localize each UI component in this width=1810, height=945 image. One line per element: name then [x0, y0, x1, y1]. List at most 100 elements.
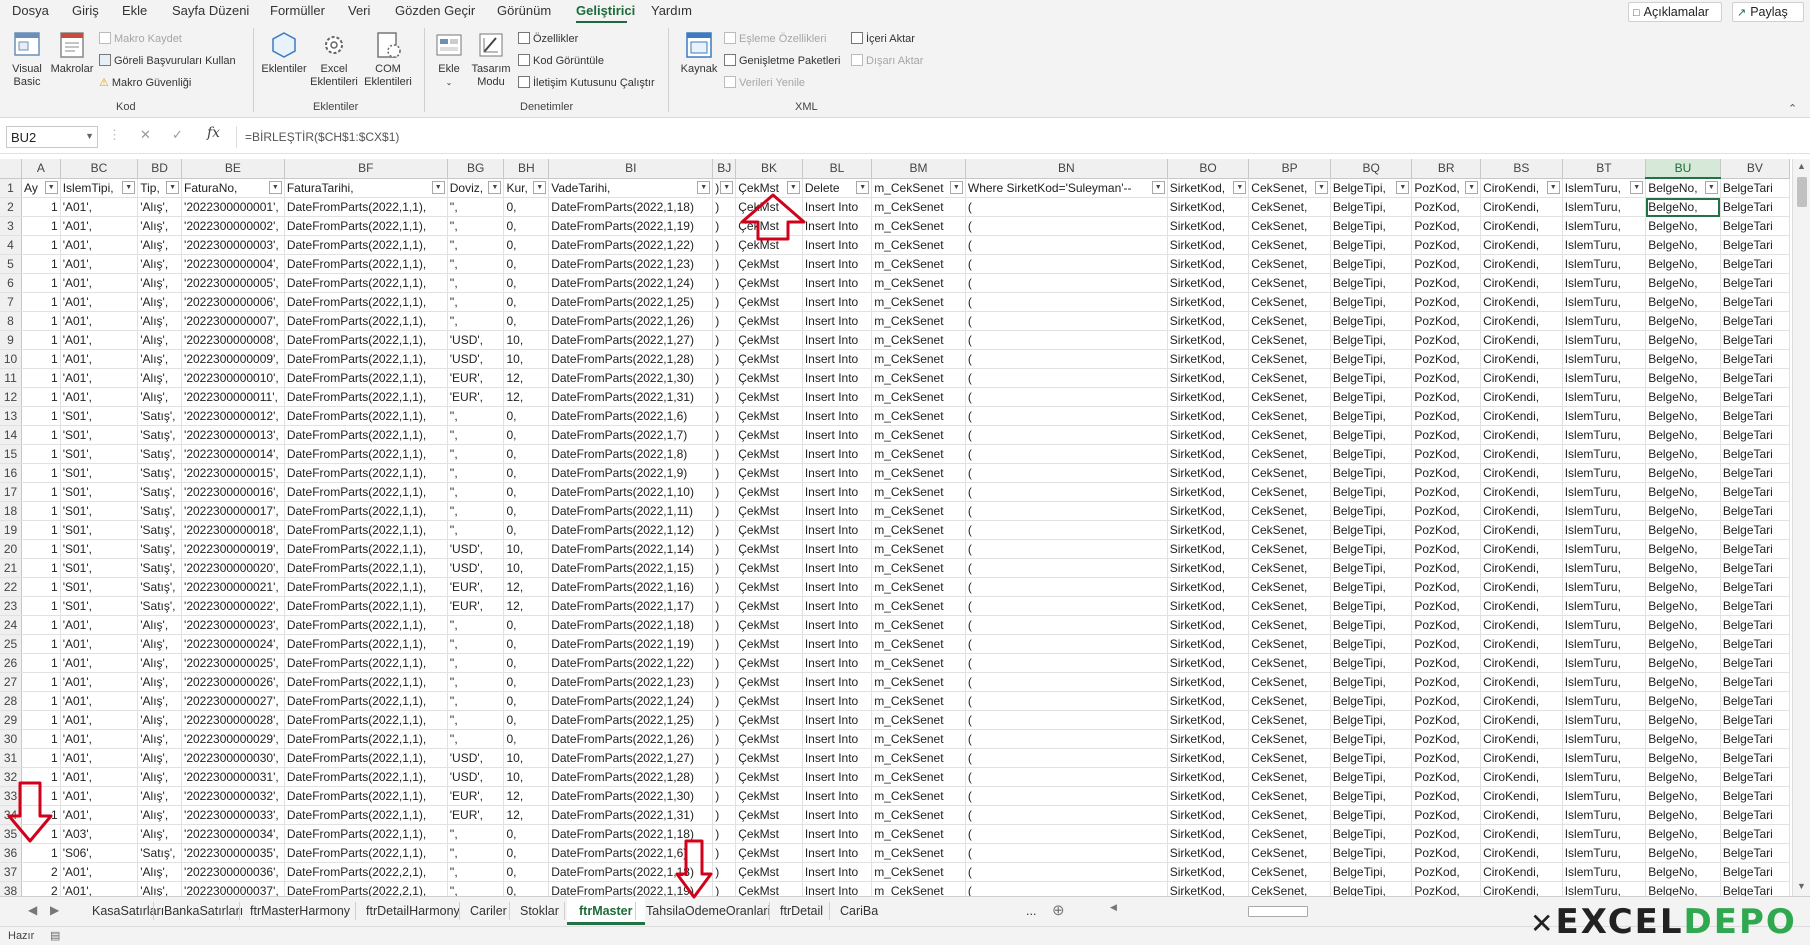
cell-bj[interactable]: )	[712, 748, 737, 768]
cell-vade[interactable]: DateFromParts(2022,1,11)	[548, 501, 714, 521]
column-header-bq[interactable]: BQ	[1330, 159, 1413, 179]
cell-dov[interactable]: 'USD',	[447, 330, 505, 350]
cell-bu[interactable]: BelgeNo,	[1645, 748, 1721, 768]
cell-dov[interactable]: '',	[447, 482, 505, 502]
cell-fno[interactable]: '2022300000004',	[181, 254, 285, 274]
row-header[interactable]: 16	[0, 463, 23, 483]
cell-ftar[interactable]: DateFromParts(2022,1,1),	[284, 596, 448, 616]
cell-ftar[interactable]: DateFromParts(2022,1,1),	[284, 273, 448, 293]
cell-it[interactable]: 'A01',	[60, 368, 139, 388]
cell-bu[interactable]: BelgeNo,	[1645, 254, 1721, 274]
cell-br[interactable]: PozKod,	[1411, 520, 1482, 540]
cell-ftar[interactable]: DateFromParts(2022,1,1),	[284, 425, 448, 445]
formula-input[interactable]: =BİRLEŞTİR($CH$1:$CX$1)	[236, 126, 1796, 148]
cell-bn[interactable]: (	[965, 368, 1168, 388]
cell-bs[interactable]: CiroKendi,	[1480, 311, 1563, 331]
cell-fno[interactable]: '2022300000026',	[181, 672, 285, 692]
cell-bn[interactable]: (	[965, 596, 1168, 616]
cell-ftar[interactable]: DateFromParts(2022,1,1),	[284, 824, 448, 844]
cell-it[interactable]: 'A01',	[60, 881, 139, 896]
row-header[interactable]: 17	[0, 482, 23, 502]
cell-bu[interactable]: BelgeNo,	[1645, 463, 1721, 483]
cell-bq[interactable]: BelgeTipi,	[1330, 615, 1413, 635]
row-header[interactable]: 11	[0, 368, 23, 388]
cell-vade[interactable]: DateFromParts(2022,1,28)	[548, 349, 714, 369]
cell-bl[interactable]: Insert Into	[802, 881, 873, 896]
cell-bt[interactable]: IslemTuru,	[1562, 558, 1647, 578]
cell-bj[interactable]: )	[712, 349, 737, 369]
cell-bj[interactable]: )	[712, 330, 737, 350]
cell-bq[interactable]: BelgeTipi,	[1330, 691, 1413, 711]
cell-fno[interactable]: '2022300000005',	[181, 273, 285, 293]
cell-bv[interactable]: BelgeTari	[1720, 767, 1790, 787]
cell-ftar[interactable]: DateFromParts(2022,1,1),	[284, 729, 448, 749]
share-button[interactable]: ↗ Paylaş	[1732, 2, 1804, 22]
cell-bt[interactable]: IslemTuru,	[1562, 216, 1647, 236]
cell-it[interactable]: 'A01',	[60, 235, 139, 255]
cell-bq[interactable]: BelgeTipi,	[1330, 311, 1413, 331]
cell-bp[interactable]: CekSenet,	[1248, 254, 1331, 274]
row-header[interactable]: 25	[0, 634, 23, 654]
cell-bl[interactable]: Insert Into	[802, 862, 873, 882]
cell-bo[interactable]: SirketKod,	[1167, 406, 1250, 426]
cell-it[interactable]: 'S01',	[60, 558, 139, 578]
goreli-basvurular-button[interactable]: Göreli Başvuruları Kullan	[99, 54, 236, 67]
cell-bv[interactable]: BelgeTari	[1720, 330, 1790, 350]
cell-dov[interactable]: '',	[447, 216, 505, 236]
row-header[interactable]: 26	[0, 653, 23, 673]
cell-bo[interactable]: SirketKod,	[1167, 501, 1250, 521]
cell-ftar[interactable]: DateFromParts(2022,1,1),	[284, 691, 448, 711]
cell-dov[interactable]: '',	[447, 881, 505, 896]
cell-bl[interactable]: Insert Into	[802, 216, 873, 236]
cell-bt[interactable]: IslemTuru,	[1562, 197, 1647, 217]
cell-ay[interactable]: 1	[21, 482, 61, 502]
com-eklentileri-button[interactable]: COM Eklentileri	[360, 30, 416, 89]
cell-bn[interactable]: (	[965, 824, 1168, 844]
cell-bo[interactable]: SirketKod,	[1167, 235, 1250, 255]
cell-bv[interactable]: BelgeTari	[1720, 273, 1790, 293]
filter-dropdown-icon[interactable]: ▼	[1314, 180, 1328, 194]
cell-bp[interactable]: CekSenet,	[1248, 634, 1331, 654]
cell-br[interactable]: PozKod,	[1411, 425, 1482, 445]
cell-vade[interactable]: DateFromParts(2022,1,27)	[548, 330, 714, 350]
cell-vade[interactable]: DateFromParts(2022,1,26)	[548, 729, 714, 749]
cell-ay[interactable]: 1	[21, 254, 61, 274]
cell-vade[interactable]: DateFromParts(2022,1,14)	[548, 539, 714, 559]
header-cell-br[interactable]: PozKod, ▼	[1411, 178, 1482, 198]
cell-bt[interactable]: IslemTuru,	[1562, 368, 1647, 388]
menu-gelistirici[interactable]: Geliştirici	[576, 3, 635, 18]
cell-bq[interactable]: BelgeTipi,	[1330, 482, 1413, 502]
cell-bm[interactable]: m_CekSenet	[871, 843, 966, 863]
cell-fno[interactable]: '2022300000023',	[181, 615, 285, 635]
cell-bk[interactable]: ÇekMst	[735, 273, 803, 293]
cell-bv[interactable]: BelgeTari	[1720, 311, 1790, 331]
cell-fno[interactable]: '2022300000027',	[181, 691, 285, 711]
cell-vade[interactable]: DateFromParts(2022,1,30)	[548, 368, 714, 388]
cell-bj[interactable]: )	[712, 634, 737, 654]
cell-bu[interactable]: BelgeNo,	[1645, 691, 1721, 711]
cell-bq[interactable]: BelgeTipi,	[1330, 710, 1413, 730]
cell-dov[interactable]: '',	[447, 463, 505, 483]
cell-bl[interactable]: Insert Into	[802, 691, 873, 711]
cell-bu[interactable]: BelgeNo,	[1645, 425, 1721, 445]
cell-bk[interactable]: ÇekMst	[735, 254, 803, 274]
cell-dov[interactable]: '',	[447, 501, 505, 521]
cell-it[interactable]: 'A01',	[60, 216, 139, 236]
cell-br[interactable]: PozKod,	[1411, 330, 1482, 350]
cell-bo[interactable]: SirketKod,	[1167, 691, 1250, 711]
row-header[interactable]: 19	[0, 520, 23, 540]
cell-fno[interactable]: '2022300000010',	[181, 368, 285, 388]
cell-bj[interactable]: )	[712, 444, 737, 464]
cell-it[interactable]: 'A01',	[60, 634, 139, 654]
cell-br[interactable]: PozKod,	[1411, 482, 1482, 502]
cell-bt[interactable]: IslemTuru,	[1562, 501, 1647, 521]
cell-bq[interactable]: BelgeTipi,	[1330, 881, 1413, 896]
cell-it[interactable]: 'S01',	[60, 539, 139, 559]
cell-it[interactable]: 'A01',	[60, 292, 139, 312]
cell-br[interactable]: PozKod,	[1411, 216, 1482, 236]
ozellikler-button[interactable]: Özellikler	[518, 32, 578, 45]
cell-br[interactable]: PozKod,	[1411, 805, 1482, 825]
cell-bj[interactable]: )	[712, 577, 737, 597]
cell-vade[interactable]: DateFromParts(2022,1,18)	[548, 615, 714, 635]
cell-it[interactable]: 'A01',	[60, 862, 139, 882]
